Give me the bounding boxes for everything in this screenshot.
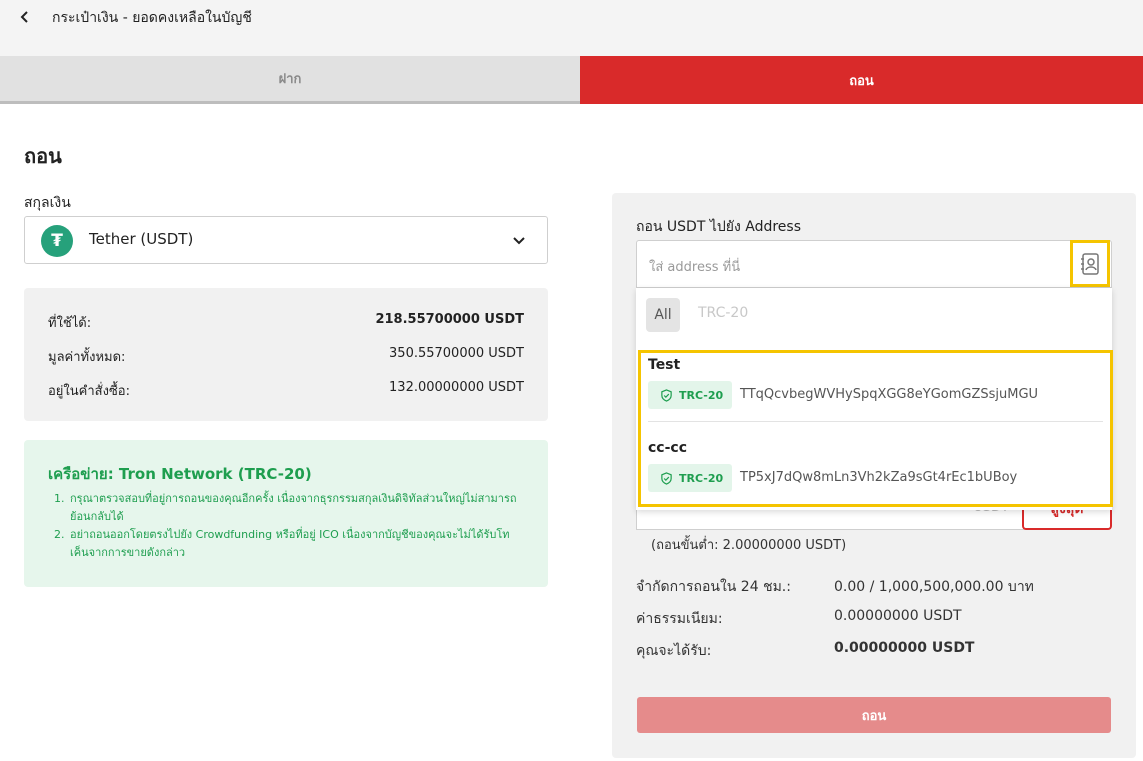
chevron-left-icon — [20, 11, 28, 23]
fee-label: ค่าธรรมเนียม: — [636, 611, 723, 627]
balance-in-orders-row: อยู่ในคำสั่งซื้อ: 132.00000000 USDT — [48, 380, 524, 401]
shield-check-icon — [661, 471, 672, 485]
balance-summary: ที่ใช้ได้: 218.55700000 USDT มูลค่าทั้งห… — [24, 288, 548, 421]
network-info-box: เครือข่าย: Tron Network (TRC-20) 1. กรุณา… — [24, 440, 548, 587]
balance-in-orders-value: 132.00000000 USDT — [389, 380, 524, 395]
chevron-down-icon — [513, 237, 525, 245]
address-book-button[interactable] — [1070, 240, 1110, 287]
network-note: 2. อย่าถอนออกโดยตรงไปยัง Crowdfunding หรื… — [54, 528, 510, 559]
network-title: เครือข่าย: Tron Network (TRC-20) — [48, 465, 312, 483]
balance-total-value: 350.55700000 USDT — [389, 346, 524, 361]
tab-bar: ฝาก ถอน — [0, 56, 1143, 104]
tab-withdraw[interactable]: ถอน — [580, 56, 1143, 104]
back-button[interactable] — [14, 6, 36, 28]
network-badge: TRC-20 — [648, 464, 732, 492]
saved-address-name: cc-cc — [648, 440, 688, 456]
address-input[interactable]: ใส่ address ที่นี่ — [636, 240, 1112, 288]
receive-value: 0.00000000 USDT — [834, 640, 975, 656]
limit-value: 0.00 / 1,000,500,000.00 บาท — [834, 579, 1034, 595]
network-badge: TRC-20 — [648, 381, 732, 409]
balance-in-orders-label: อยู่ในคำสั่งซื้อ: — [48, 384, 130, 399]
top-bar: กระเป๋าเงิน - ยอดคงเหลือในบัญชี — [0, 0, 1143, 56]
balance-total-row: มูลค่าทั้งหมด: 350.55700000 USDT — [48, 346, 524, 367]
saved-address-list: Test TRC-20 TTqQcvbegWVHySpqXGG8eYGomGZS… — [638, 350, 1113, 507]
balance-available-value: 218.55700000 USDT — [375, 312, 524, 327]
currency-label: สกุลเงิน — [24, 195, 71, 211]
balance-available-label: ที่ใช้ได้: — [48, 316, 92, 331]
fee-value: 0.00000000 USDT — [834, 608, 962, 624]
balance-available-row: ที่ใช้ได้: 218.55700000 USDT — [48, 312, 524, 333]
saved-address-name: Test — [648, 357, 681, 373]
divider — [648, 421, 1103, 422]
saved-address-value: TP5xJ7dQw8mLn3Vh2kZa9sGt4rEc1bUBoy — [740, 470, 1018, 485]
currency-selected-value: Tether (USDT) — [89, 230, 194, 248]
withdraw-submit-button[interactable]: ถอน — [637, 697, 1111, 733]
saved-address-value: TTqQcvbegWVHySpqXGG8eYGomGZSsjuMGU — [740, 387, 1039, 402]
tether-icon: ₮ — [41, 225, 73, 257]
balance-total-label: มูลค่าทั้งหมด: — [48, 350, 126, 365]
saved-address-item[interactable]: Test TRC-20 TTqQcvbegWVHySpqXGG8eYGomGZS… — [648, 353, 1103, 421]
min-withdraw-note: (ถอนขั้นต่ำ: 2.00000000 USDT) — [651, 538, 847, 553]
limit-label: จำกัดการถอนใน 24 ชม.: — [636, 579, 791, 595]
address-placeholder: ใส่ address ที่นี่ — [649, 260, 741, 275]
tab-deposit[interactable]: ฝาก — [0, 56, 580, 104]
saved-address-item[interactable]: cc-cc TRC-20 TP5xJ7dQw8mLn3Vh2kZa9sGt4rE… — [648, 436, 1103, 504]
filter-all-button[interactable]: All — [646, 298, 680, 332]
page-title: ถอน — [24, 144, 62, 168]
network-note: 1. กรุณาตรวจสอบที่อยู่การถอนของคุณอีกครั้… — [54, 492, 517, 523]
address-label: ถอน USDT ไปยัง Address — [636, 219, 801, 235]
filter-trc20-button[interactable]: TRC-20 — [698, 305, 748, 321]
currency-select[interactable]: ₮ Tether (USDT) — [24, 216, 548, 264]
network-notes: 1. กรุณาตรวจสอบที่อยู่การถอนของคุณอีกครั้… — [54, 490, 524, 562]
page-header-title: กระเป๋าเงิน - ยอดคงเหลือในบัญชี — [52, 10, 252, 26]
receive-label: คุณจะได้รับ: — [636, 643, 712, 659]
address-book-icon — [1081, 252, 1099, 275]
shield-check-icon — [661, 388, 672, 402]
